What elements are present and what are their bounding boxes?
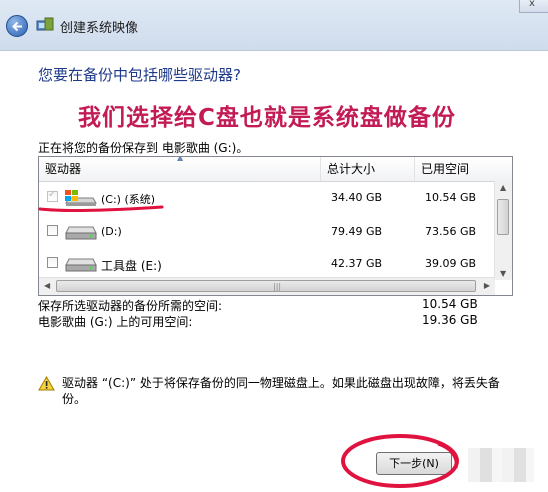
backup-wizard-icon <box>36 17 54 31</box>
drive-row-e[interactable]: 工具盘 (E:) 42.37 GB 39.09 GB <box>39 249 495 279</box>
red-underline-annotation <box>38 205 164 212</box>
drive-list[interactable]: 驱动器 ▲ 总计大小 已用空间 (C:) (系统) 34.40 GB 10.54… <box>38 156 513 296</box>
drive-used-space: 39.09 GB <box>425 257 477 270</box>
back-arrow-icon <box>12 21 22 32</box>
blurred-button-area <box>468 448 534 482</box>
close-button[interactable]: x <box>519 0 548 13</box>
back-button[interactable] <box>6 15 28 37</box>
drive-name: (D:) <box>101 225 122 238</box>
vertical-scroll-thumb[interactable] <box>497 199 509 235</box>
drive-e-checkbox[interactable] <box>47 257 58 268</box>
required-space-label: 保存所选驱动器的备份所需的空间: <box>38 299 223 313</box>
available-space-value: 19.36 GB <box>422 313 478 327</box>
hard-drive-icon <box>65 258 97 272</box>
window-titlebar: 创建系统映像 x <box>0 0 548 51</box>
warning-text: 驱动器 “(C:)” 处于将保存备份的同一物理磁盘上。如果此磁盘出现故障，将丢失… <box>62 376 500 406</box>
drive-used-space: 73.56 GB <box>425 225 477 238</box>
drive-d-checkbox[interactable] <box>47 225 58 236</box>
warning-icon <box>38 376 55 391</box>
drive-used-space: 10.54 GB <box>425 191 477 204</box>
list-header: 驱动器 ▲ 总计大小 已用空间 <box>39 157 512 182</box>
close-icon: x <box>529 0 535 9</box>
scroll-down-icon[interactable]: ▼ <box>500 269 506 278</box>
drive-row-d[interactable]: (D:) 79.49 GB 73.56 GB <box>39 217 495 247</box>
drive-c-checkbox <box>47 189 58 202</box>
column-header-total-size[interactable]: 总计大小 <box>321 157 415 181</box>
overlay-caption: 我们选择给C盘也就是系统盘做备份 <box>78 105 456 131</box>
vertical-scrollbar[interactable]: ▲ ▼ <box>494 181 512 280</box>
sort-arrow-icon: ▲ <box>177 156 184 162</box>
scroll-up-icon[interactable]: ▲ <box>500 183 506 192</box>
available-space-label: 电影歌曲 (G:) 上的可用空间: <box>38 315 193 329</box>
save-target-text: 正在将您的备份保存到 电影歌曲 (G:)。 <box>38 141 249 155</box>
drive-total-size: 42.37 GB <box>331 257 383 270</box>
drive-name: 工具盘 (E:) <box>101 259 162 273</box>
red-circle-annotation <box>341 434 459 488</box>
scroll-left-icon[interactable]: ◀ <box>44 281 50 290</box>
page-heading: 您要在备份中包括哪些驱动器? <box>38 66 241 84</box>
drive-total-size: 34.40 GB <box>331 191 383 204</box>
required-space-value: 10.54 GB <box>422 297 478 311</box>
column-header-used-space[interactable]: 已用空间 <box>415 157 512 181</box>
drive-total-size: 79.49 GB <box>331 225 383 238</box>
horizontal-scrollbar[interactable]: ◀ ||| ▶ <box>39 277 495 295</box>
scroll-right-icon[interactable]: ▶ <box>484 281 490 290</box>
window-title: 创建系统映像 <box>60 21 139 36</box>
horizontal-scroll-thumb[interactable]: ||| <box>56 280 476 292</box>
hard-drive-icon <box>65 226 97 240</box>
